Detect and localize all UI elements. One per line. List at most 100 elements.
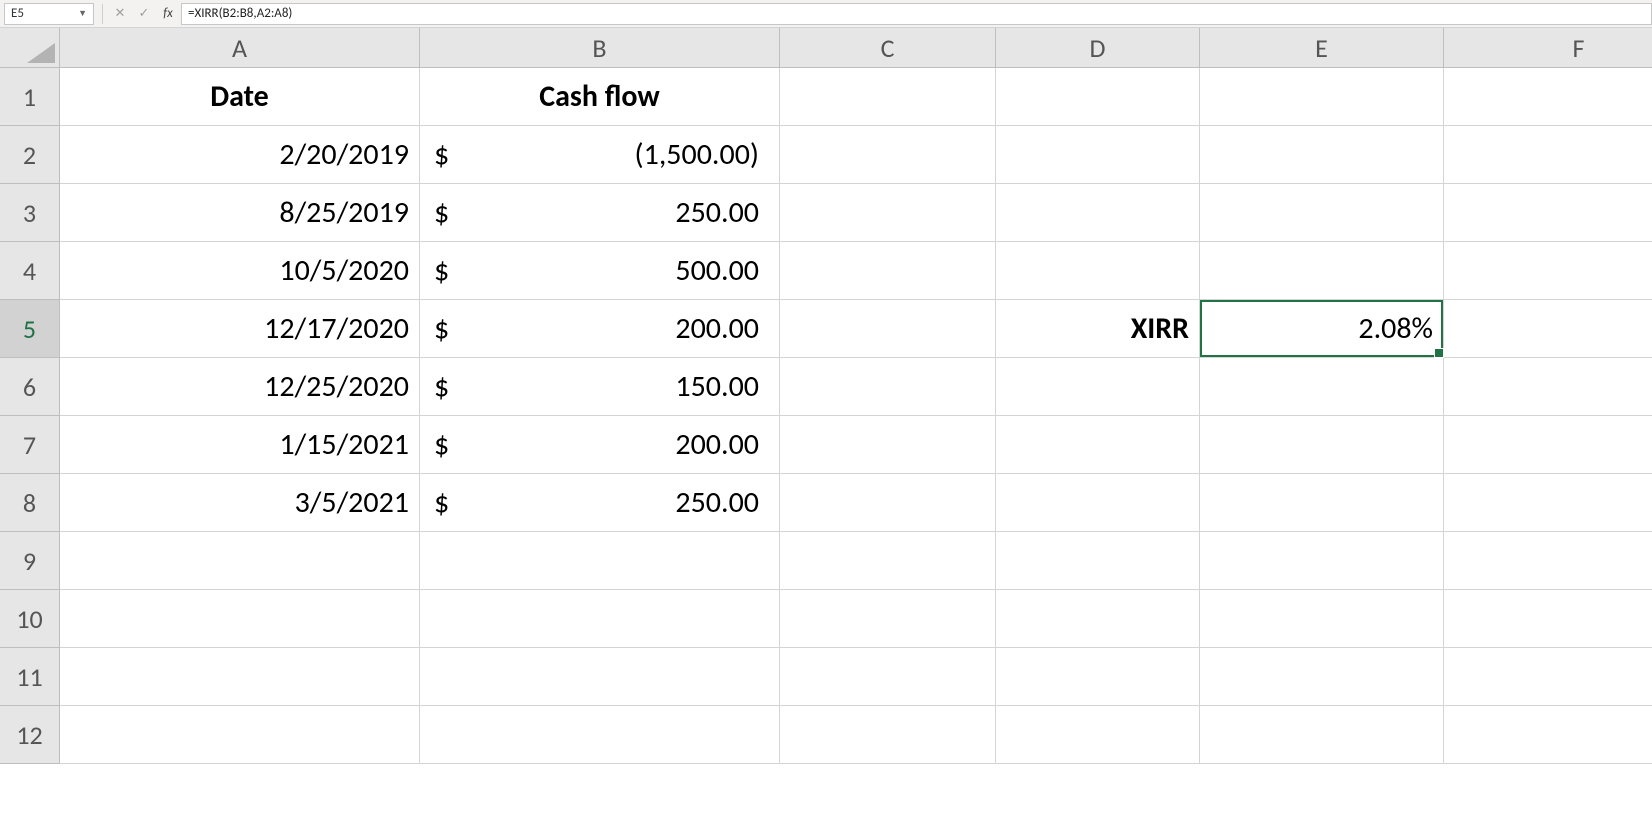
cell-E6[interactable] <box>1200 358 1444 416</box>
cell-A4[interactable]: 10/5/2020 <box>60 242 420 300</box>
cell-F6[interactable] <box>1444 358 1652 416</box>
row-header-1[interactable]: 1 <box>0 68 60 126</box>
cell-F12[interactable] <box>1444 706 1652 764</box>
formula-input[interactable]: =XIRR(B2:B8,A2:A8) <box>181 3 1652 25</box>
cell-D10[interactable] <box>996 590 1200 648</box>
cell-B11[interactable] <box>420 648 780 706</box>
row-header-9[interactable]: 9 <box>0 532 60 590</box>
cell-D4[interactable] <box>996 242 1200 300</box>
cell-A11[interactable] <box>60 648 420 706</box>
cell-A6[interactable]: 12/25/2020 <box>60 358 420 416</box>
cell-E7[interactable] <box>1200 416 1444 474</box>
cell-A5[interactable]: 12/17/2020 <box>60 300 420 358</box>
cells-grid[interactable]: DateCash flow2/20/2019$(1,500.00)8/25/20… <box>60 68 1652 764</box>
cell-C12[interactable] <box>780 706 996 764</box>
cell-B10[interactable] <box>420 590 780 648</box>
cell-A1[interactable]: Date <box>60 68 420 126</box>
cell-B9[interactable] <box>420 532 780 590</box>
cell-C9[interactable] <box>780 532 996 590</box>
cell-A3[interactable]: 8/25/2019 <box>60 184 420 242</box>
cell-A9[interactable] <box>60 532 420 590</box>
col-header-A[interactable]: A <box>60 28 420 68</box>
cell-A7[interactable]: 1/15/2021 <box>60 416 420 474</box>
cell-A12[interactable] <box>60 706 420 764</box>
col-header-E[interactable]: E <box>1200 28 1444 68</box>
cell-F7[interactable] <box>1444 416 1652 474</box>
cell-E10[interactable] <box>1200 590 1444 648</box>
cell-D11[interactable] <box>996 648 1200 706</box>
cell-F11[interactable] <box>1444 648 1652 706</box>
cell-F9[interactable] <box>1444 532 1652 590</box>
fx-icon[interactable]: fx <box>161 7 175 21</box>
select-all-corner[interactable] <box>0 28 60 68</box>
row-header-2[interactable]: 2 <box>0 126 60 184</box>
cell-E12[interactable] <box>1200 706 1444 764</box>
cell-D8[interactable] <box>996 474 1200 532</box>
row-header-7[interactable]: 7 <box>0 416 60 474</box>
cell-B6[interactable]: $150.00 <box>420 358 780 416</box>
col-header-C[interactable]: C <box>780 28 996 68</box>
cell-C8[interactable] <box>780 474 996 532</box>
cell-B5[interactable]: $200.00 <box>420 300 780 358</box>
cell-B7[interactable]: $200.00 <box>420 416 780 474</box>
cell-F2[interactable] <box>1444 126 1652 184</box>
cell-C10[interactable] <box>780 590 996 648</box>
row-header-6[interactable]: 6 <box>0 358 60 416</box>
cell-B2[interactable]: $(1,500.00) <box>420 126 780 184</box>
separator <box>102 4 103 24</box>
cell-F8[interactable] <box>1444 474 1652 532</box>
cell-E1[interactable] <box>1200 68 1444 126</box>
row-header-3[interactable]: 3 <box>0 184 60 242</box>
row-header-8[interactable]: 8 <box>0 474 60 532</box>
row-header-4[interactable]: 4 <box>0 242 60 300</box>
cell-D12[interactable] <box>996 706 1200 764</box>
row-header-10[interactable]: 10 <box>0 590 60 648</box>
cell-C7[interactable] <box>780 416 996 474</box>
cell-B12[interactable] <box>420 706 780 764</box>
col-header-B[interactable]: B <box>420 28 780 68</box>
cell-B1[interactable]: Cash flow <box>420 68 780 126</box>
col-header-F[interactable]: F <box>1444 28 1652 68</box>
cell-C4[interactable] <box>780 242 996 300</box>
name-box[interactable]: E5 ▼ <box>4 3 94 25</box>
cell-C5[interactable] <box>780 300 996 358</box>
cell-F10[interactable] <box>1444 590 1652 648</box>
enter-icon[interactable]: ✓ <box>137 7 151 21</box>
cell-A2[interactable]: 2/20/2019 <box>60 126 420 184</box>
name-box-dropdown-icon[interactable]: ▼ <box>78 8 87 19</box>
cell-E5[interactable]: 2.08% <box>1200 300 1444 358</box>
col-header-D[interactable]: D <box>996 28 1200 68</box>
cell-B4[interactable]: $500.00 <box>420 242 780 300</box>
cell-A10[interactable] <box>60 590 420 648</box>
cell-E4[interactable] <box>1200 242 1444 300</box>
cell-C11[interactable] <box>780 648 996 706</box>
cell-C3[interactable] <box>780 184 996 242</box>
cell-F5[interactable] <box>1444 300 1652 358</box>
cell-C6[interactable] <box>780 358 996 416</box>
cell-D5[interactable]: XIRR <box>996 300 1200 358</box>
cell-D7[interactable] <box>996 416 1200 474</box>
row-header-12[interactable]: 12 <box>0 706 60 764</box>
cell-F3[interactable] <box>1444 184 1652 242</box>
cell-B8[interactable]: $250.00 <box>420 474 780 532</box>
row-header-5[interactable]: 5 <box>0 300 60 358</box>
cell-C1[interactable] <box>780 68 996 126</box>
cell-A8[interactable]: 3/5/2021 <box>60 474 420 532</box>
row-header-11[interactable]: 11 <box>0 648 60 706</box>
cell-D6[interactable] <box>996 358 1200 416</box>
cell-D2[interactable] <box>996 126 1200 184</box>
cell-D1[interactable] <box>996 68 1200 126</box>
cell-E3[interactable] <box>1200 184 1444 242</box>
cell-F1[interactable] <box>1444 68 1652 126</box>
cancel-icon[interactable]: ✕ <box>113 7 127 21</box>
cell-C2[interactable] <box>780 126 996 184</box>
cell-E11[interactable] <box>1200 648 1444 706</box>
cell-B3[interactable]: $250.00 <box>420 184 780 242</box>
cell-D3[interactable] <box>996 184 1200 242</box>
cell-D9[interactable] <box>996 532 1200 590</box>
cell-E8[interactable] <box>1200 474 1444 532</box>
cell-E9[interactable] <box>1200 532 1444 590</box>
cell-F4[interactable] <box>1444 242 1652 300</box>
currency-symbol: $ <box>430 426 449 463</box>
cell-E2[interactable] <box>1200 126 1444 184</box>
